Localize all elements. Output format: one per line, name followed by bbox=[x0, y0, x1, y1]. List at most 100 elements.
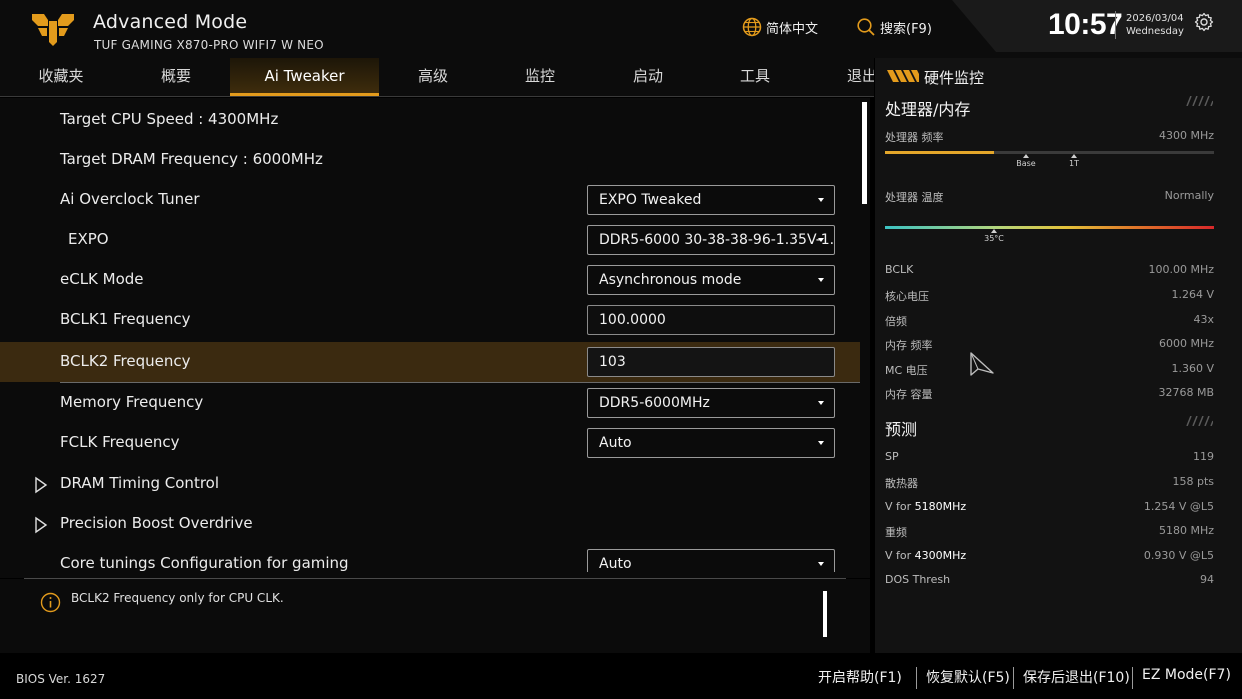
dropdown-caret-icon bbox=[818, 198, 824, 202]
load-defaults-f5-button[interactable]: 恢复默认(F5) bbox=[926, 667, 1010, 687]
ai-overclock-tuner-select[interactable]: EXPO Tweaked bbox=[587, 185, 835, 215]
cpu-frequency-value: 4300 MHz bbox=[1158, 129, 1214, 142]
hardware-monitor-panel: 硬件监控 处理器/内存 处理器 频率 4300 MHz Base 1T 处理器 … bbox=[875, 58, 1242, 653]
submenu-arrow-icon bbox=[35, 516, 48, 534]
ai-overclock-tuner-label: Ai Overclock Tuner bbox=[60, 190, 200, 208]
eclk-mode-select[interactable]: Asynchronous mode bbox=[587, 265, 835, 295]
monitor-item-vcore-label: 核心电压 bbox=[885, 290, 929, 303]
main-tabs: 收藏夹 概要 Ai Tweaker 高级 监控 启动 工具 退出 bbox=[0, 58, 874, 97]
section-hatch-icon bbox=[1186, 96, 1213, 106]
predict-v-low-freq: 4300MHz bbox=[914, 549, 967, 562]
mouse-pointer-icon bbox=[970, 352, 994, 376]
tab-monitor[interactable]: 监控 bbox=[490, 58, 590, 96]
monitor-item-memcap-value: 32768 MB bbox=[1158, 386, 1214, 399]
memory-frequency-select[interactable]: DDR5-6000MHz bbox=[587, 388, 835, 418]
dropdown-caret-icon bbox=[818, 441, 824, 445]
bclk1-frequency-label: BCLK1 Frequency bbox=[60, 310, 191, 328]
tab-ai-tweaker[interactable]: Ai Tweaker bbox=[230, 58, 379, 96]
settings-list: Target CPU Speed : 4300MHz Target DRAM F… bbox=[0, 98, 870, 578]
weekday-text: Wednesday bbox=[1126, 26, 1184, 37]
board-model: TUF GAMING X870-PRO WIFI7 W NEO bbox=[94, 38, 324, 52]
tab-exit[interactable]: 退出 bbox=[838, 58, 874, 96]
memory-frequency-label: Memory Frequency bbox=[60, 393, 204, 411]
footer-divider bbox=[1132, 667, 1133, 689]
fclk-frequency-select[interactable]: Auto bbox=[587, 428, 835, 458]
monitor-item-ratio-value: 43x bbox=[1193, 313, 1214, 326]
search-icon bbox=[857, 18, 875, 36]
bclk2-frequency-label: BCLK2 Frequency bbox=[60, 352, 191, 370]
settings-row-bclk1[interactable]: BCLK1 Frequency 100.0000 bbox=[0, 300, 860, 340]
ai-overclock-tuner-value: EXPO Tweaked bbox=[599, 192, 702, 208]
gear-icon[interactable] bbox=[1194, 12, 1214, 32]
monitor-item-ratio-label: 倍频 bbox=[885, 315, 907, 328]
language-label: 简体中文 bbox=[766, 21, 819, 37]
globe-icon bbox=[742, 17, 762, 37]
header-bar: Advanced Mode TUF GAMING X870-PRO WIFI7 … bbox=[0, 0, 1242, 58]
search-button[interactable]: 搜索(F9) bbox=[856, 16, 932, 38]
memory-frequency-value: DDR5-6000MHz bbox=[599, 395, 710, 411]
cpu-frequency-bar bbox=[885, 151, 1214, 154]
target-cpu-speed: Target CPU Speed : 4300MHz bbox=[60, 110, 279, 128]
dram-timing-control-link[interactable]: DRAM Timing Control bbox=[60, 474, 219, 492]
settings-row-eclk-mode[interactable]: eCLK Mode Asynchronous mode bbox=[0, 260, 860, 300]
expo-select[interactable]: DDR5-6000 30-38-38-96-1.35V-1.3V bbox=[587, 225, 835, 255]
monitor-item-bclk-value: 100.00 MHz bbox=[1148, 263, 1214, 276]
precision-boost-overdrive-link[interactable]: Precision Boost Overdrive bbox=[60, 514, 253, 532]
submenu-arrow-icon bbox=[35, 476, 48, 494]
predict-v-low-label: V for 4300MHz bbox=[885, 549, 966, 562]
core-tunings-label: Core tunings Configuration for gaming bbox=[60, 554, 349, 572]
core-tunings-select[interactable]: Auto bbox=[587, 549, 835, 572]
cpu-temp-value: Normally bbox=[1164, 189, 1214, 202]
save-exit-f10-button[interactable]: 保存后退出(F10) bbox=[1023, 667, 1130, 687]
settings-row-core-tunings[interactable]: Core tunings Configuration for gaming Au… bbox=[0, 544, 860, 572]
help-scrollbar[interactable] bbox=[823, 591, 827, 637]
predict-v-high-label: V for 5180MHz bbox=[885, 500, 966, 513]
predict-v-low-value: 0.930 V @L5 bbox=[1143, 549, 1214, 562]
predict-heavy-label-text: 重频 bbox=[885, 526, 907, 539]
settings-scrollbar[interactable] bbox=[862, 102, 867, 204]
monitor-item-mcvolt-label: MC 电压 bbox=[885, 364, 928, 377]
predict-dos-value: 94 bbox=[1200, 573, 1214, 586]
monitor-item-vcore-value: 1.264 V bbox=[1171, 288, 1214, 301]
monitor-item-memfreq-value: 6000 MHz bbox=[1158, 337, 1214, 350]
settings-row-fclk[interactable]: FCLK Frequency Auto bbox=[0, 423, 860, 463]
cpu-frequency-bar-fill bbox=[885, 151, 994, 154]
tab-favorites[interactable]: 收藏夹 bbox=[0, 58, 122, 96]
clock-divider bbox=[1115, 11, 1116, 39]
help-f1-button[interactable]: 开启帮助(F1) bbox=[818, 667, 902, 687]
ez-mode-f7-button[interactable]: EZ Mode(F7) bbox=[1142, 667, 1231, 683]
core-tunings-value: Auto bbox=[599, 556, 632, 572]
predict-v-low-label-text: V for bbox=[885, 549, 915, 562]
settings-row-dram-timing[interactable]: DRAM Timing Control bbox=[0, 464, 860, 504]
monitor-title: 硬件监控 bbox=[924, 69, 985, 87]
eclk-mode-label: eCLK Mode bbox=[60, 270, 144, 288]
predict-sp-value: 119 bbox=[1193, 450, 1214, 463]
tab-boot[interactable]: 启动 bbox=[598, 58, 698, 96]
clock-time[interactable]: 10:57 bbox=[1048, 8, 1123, 42]
settings-row-expo[interactable]: EXPO DDR5-6000 30-38-38-96-1.35V-1.3V bbox=[0, 220, 860, 260]
tab-tool[interactable]: 工具 bbox=[705, 58, 805, 96]
monitor-item-mcvolt-value: 1.360 V bbox=[1171, 362, 1214, 375]
predict-cooler-value: 158 pts bbox=[1172, 475, 1214, 488]
language-button[interactable]: 简体中文 bbox=[742, 16, 818, 38]
settings-row-ai-overclock-tuner[interactable]: Ai Overclock Tuner EXPO Tweaked bbox=[0, 180, 860, 220]
cpu-frequency-label: 处理器 频率 bbox=[885, 131, 944, 144]
predict-sp-label-text: SP bbox=[885, 450, 899, 463]
settings-row-pbo[interactable]: Precision Boost Overdrive bbox=[0, 504, 860, 544]
settings-row-memory-frequency[interactable]: Memory Frequency DDR5-6000MHz bbox=[0, 383, 860, 423]
predict-heavy-label: 重频 bbox=[885, 524, 907, 540]
cpu-temp-marker: 35°C bbox=[979, 229, 1009, 243]
settings-row-bclk2[interactable]: BCLK2 Frequency 103 bbox=[0, 342, 860, 383]
settings-row-target-dram: Target DRAM Frequency : 6000MHz bbox=[0, 140, 860, 180]
tuf-logo-icon bbox=[32, 14, 74, 46]
expo-value: DDR5-6000 30-38-38-96-1.35V-1.3V bbox=[599, 232, 835, 248]
tab-advanced[interactable]: 高级 bbox=[383, 58, 483, 96]
cpu-temp-bar bbox=[885, 226, 1214, 229]
bclk1-frequency-input[interactable]: 100.0000 bbox=[587, 305, 835, 335]
predict-v-high-label-text: V for bbox=[885, 500, 915, 513]
dropdown-caret-icon bbox=[818, 238, 824, 242]
bclk2-frequency-input[interactable]: 103 bbox=[587, 347, 835, 377]
monitor-item-bclk-label: BCLK bbox=[885, 263, 914, 276]
tab-main[interactable]: 概要 bbox=[115, 58, 237, 96]
footer-divider bbox=[1013, 667, 1014, 689]
